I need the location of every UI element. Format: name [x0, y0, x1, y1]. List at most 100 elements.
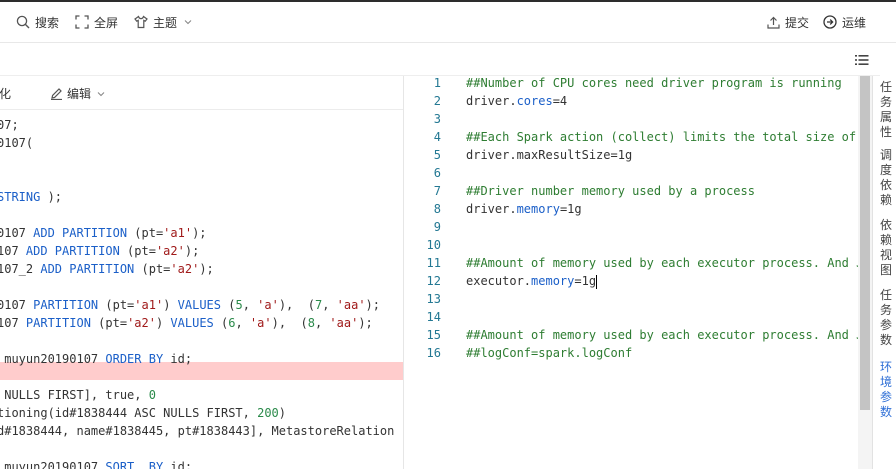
side-tab-bar: 任务属性调度依赖依赖视图任务参数环境参数 [872, 76, 896, 469]
side-tab[interactable]: 任务参数 [876, 288, 896, 348]
submit-label: 提交 [785, 15, 810, 30]
fullscreen-label: 全屏 [94, 15, 119, 30]
code-token: 107_2 [0, 262, 41, 276]
line-number: 15 [426, 328, 441, 342]
pencil-icon [51, 88, 62, 100]
list-menu-icon[interactable] [855, 52, 869, 71]
line-number: 1 [433, 76, 441, 90]
code-token: ); [40, 190, 63, 204]
editor-scrollbar-thumb[interactable] [860, 76, 870, 410]
code-token: ( [221, 298, 236, 312]
code-token: ); [358, 316, 373, 330]
code-line: 107 ADD PARTITION (pt='a2'); [0, 242, 199, 260]
code-token: 'a2' [170, 262, 200, 276]
side-tab[interactable]: 调度依赖 [876, 148, 896, 208]
config-line: ##Number of CPU cores need driver progra… [466, 76, 842, 92]
arrow-circle-icon [823, 15, 837, 29]
format-label: 化 [0, 87, 12, 101]
code-token: ); [199, 262, 214, 276]
search-button[interactable]: 搜索 [16, 12, 59, 32]
line-number: 2 [433, 94, 441, 108]
side-tab-label: 依赖视图 [879, 218, 892, 277]
code-token: id; [163, 352, 193, 366]
code-token: driver. [466, 202, 517, 216]
side-tab[interactable]: 环境参数 [876, 360, 896, 420]
code-token: muyun20190107 [0, 460, 106, 469]
code-token: ), ( [278, 298, 315, 312]
ops-button[interactable]: 运维 [823, 12, 866, 32]
code-token: 'aa' [336, 298, 366, 312]
sql-editor-pane: 化 编辑 07; 0107( STRING ); 0 107 ADD PARTITION… [0, 76, 404, 469]
code-token: PARTITION [25, 316, 91, 330]
code-token: , [314, 316, 330, 330]
shirt-icon [134, 15, 148, 29]
submit-button[interactable]: 提交 [767, 12, 809, 32]
theme-dropdown[interactable]: 主题 [134, 12, 198, 32]
code-token: VALUES [177, 298, 221, 312]
config-line: driver.maxResultSize=1g [466, 146, 632, 164]
code-line: 07; [0, 116, 19, 134]
code-token: =1g [559, 202, 582, 216]
config-line: ##Driver number memory used by a process [466, 182, 755, 200]
top-toolbar: 搜索 全屏 主题 提交 运维 [0, 0, 896, 43]
code-token: =4 [552, 94, 568, 108]
code-token: STRING [0, 190, 41, 204]
code-token: (pt= [127, 226, 164, 240]
fullscreen-button[interactable]: 全屏 [75, 12, 118, 32]
config-line: driver.memory=1g [466, 200, 582, 218]
code-token: ) [278, 406, 287, 420]
line-number: 14 [426, 310, 441, 324]
code-token: ADD PARTITION [40, 262, 135, 276]
fullscreen-icon [75, 15, 89, 29]
top-accent-bar [0, 0, 896, 2]
code-token: 'a1' [163, 226, 193, 240]
code-token: ##logConf=spark.logConf [466, 346, 633, 360]
code-token: ); [184, 244, 200, 258]
ops-label: 运维 [842, 15, 867, 30]
code-token: ##Number of CPU cores need driver progra… [466, 76, 842, 90]
config-line: ##Each Spark action (collect) limits the… [466, 128, 858, 146]
code-token: ); [192, 226, 207, 240]
code-token: ADD PARTITION [33, 226, 128, 240]
code-token: ADD PARTITION [25, 244, 120, 258]
edit-label: 编辑 [67, 87, 92, 101]
sql-editor-toolbar: 化 编辑 [0, 76, 403, 110]
code-token: , [242, 298, 258, 312]
code-token: ##Each Spark action (collect) limits the… [466, 130, 858, 144]
format-button[interactable]: 化 [0, 85, 11, 102]
side-tab[interactable]: 任务属性 [876, 80, 896, 140]
code-line: NULLS FIRST], true, 0 [0, 386, 156, 404]
code-token: ##Driver number memory used by a process [466, 184, 755, 198]
code-token: memory [531, 274, 575, 288]
code-token: 0107( [0, 136, 34, 150]
code-token: memory [516, 202, 560, 216]
code-token: driver. [466, 94, 517, 108]
upload-icon [767, 16, 780, 29]
line-number: 9 [433, 220, 441, 234]
code-token: 'a' [249, 316, 272, 330]
code-line: 107 PARTITION (pt='a2') VALUES (6, 'a'),… [0, 314, 373, 332]
code-token: driver.maxResultSize=1g [466, 148, 633, 162]
code-line: STRING ); [0, 188, 62, 206]
code-line: 0107( [0, 134, 33, 152]
line-number: 5 [433, 148, 441, 162]
code-token: 'a2' [127, 316, 156, 330]
code-token: (pt= [90, 316, 128, 330]
edit-dropdown[interactable]: 编辑 [50, 85, 110, 102]
code-line: 107_2 ADD PARTITION (pt='a2'); [0, 260, 214, 278]
code-token: 'aa' [329, 316, 359, 330]
side-tab-label: 任务属性 [879, 80, 892, 139]
code-token: ( [213, 316, 229, 330]
line-number: 4 [433, 130, 441, 144]
code-token: 'a2' [155, 244, 185, 258]
chevron-down-icon [184, 20, 192, 25]
code-line: muyun20190107 SORT BY id; [0, 458, 192, 469]
code-line: muyun20190107 ORDER BY id; [0, 350, 192, 368]
code-token: 'a1' [134, 298, 164, 312]
side-tab-label: 任务参数 [879, 288, 892, 347]
code-token: , [322, 298, 337, 312]
code-token: executor. [466, 274, 532, 288]
config-editor-pane[interactable]: 1 ##Number of CPU cores need driver progr… [405, 76, 858, 469]
code-token: 0 [148, 388, 156, 402]
side-tab[interactable]: 依赖视图 [876, 218, 896, 278]
